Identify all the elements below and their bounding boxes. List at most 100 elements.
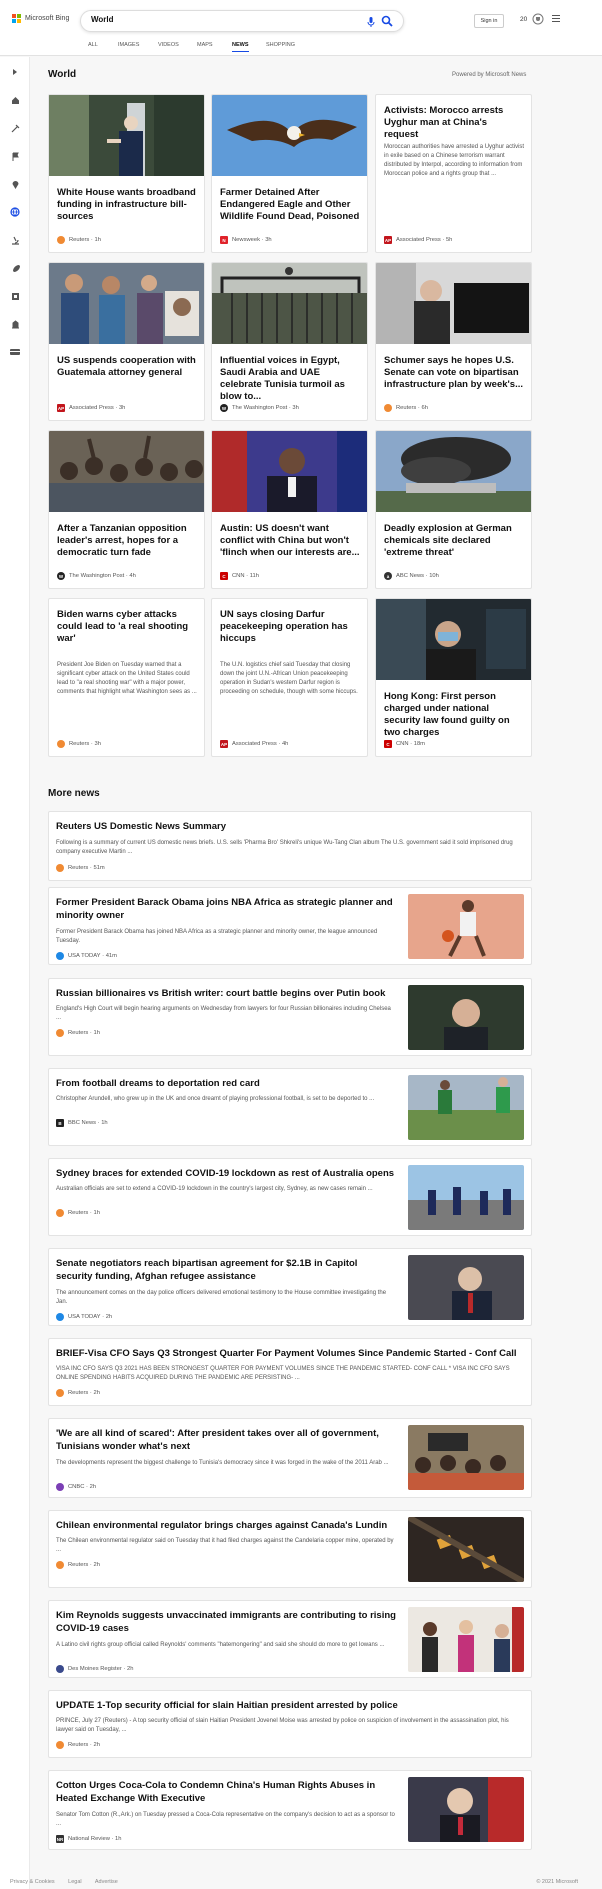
news-card[interactable]: White House wants broadband funding in i…	[48, 94, 205, 253]
source-icon: AP	[57, 404, 65, 412]
rewards-trophy-icon[interactable]	[532, 13, 544, 25]
search-box[interactable]	[80, 10, 404, 32]
news-card[interactable]: Schumer says he hopes U.S. Senate can vo…	[375, 262, 532, 421]
globe-icon[interactable]	[10, 207, 20, 217]
news-card[interactable]: After a Tanzanian opposition leader's ar…	[48, 430, 205, 589]
news-row[interactable]: Sydney braces for extended COVID-19 lock…	[48, 1158, 532, 1236]
microphone-icon[interactable]	[367, 16, 375, 28]
card-icon[interactable]	[10, 347, 20, 357]
search-input[interactable]	[91, 15, 341, 24]
timestamp: 41m	[105, 953, 117, 959]
tab-all[interactable]: ALL	[88, 42, 98, 48]
row-snippet: A Latino civil rights group official cal…	[56, 1642, 385, 1648]
timestamp: 1h	[101, 1120, 108, 1126]
source-icon: W	[57, 572, 65, 580]
search-icon[interactable]	[381, 15, 393, 27]
source-icon: NR	[56, 1835, 64, 1843]
tab-videos[interactable]: VIDEOS	[158, 42, 179, 48]
flag-icon[interactable]	[10, 151, 20, 161]
location-pin-icon[interactable]	[10, 179, 20, 189]
row-snippet: Former President Barack Obama has joined…	[56, 929, 378, 944]
row-title[interactable]: BRIEF-Visa CFO Says Q3 Strongest Quarter…	[56, 1347, 526, 1360]
row-title[interactable]: UPDATE 1-Top security official for slain…	[56, 1699, 526, 1712]
tools-icon[interactable]	[10, 123, 20, 133]
news-card[interactable]: Farmer Detained After Endangered Eagle a…	[211, 94, 368, 253]
news-row[interactable]: Senate negotiators reach bipartisan agre…	[48, 1248, 532, 1326]
news-card[interactable]: Austin: US doesn't want conflict with Ch…	[211, 430, 368, 589]
card-title[interactable]: Hong Kong: First person charged under na…	[384, 691, 524, 739]
news-card[interactable]: Activists: Morocco arrests Uyghur man at…	[375, 94, 532, 253]
news-row[interactable]: From football dreams to deportation red …	[48, 1068, 532, 1146]
card-footer: AP Associated Press · 4h	[220, 740, 289, 748]
news-card[interactable]: Hong Kong: First person charged under na…	[375, 598, 532, 757]
tab-shopping[interactable]: SHOPPING	[266, 42, 295, 48]
card-title[interactable]: Biden warns cyber attacks could lead to …	[57, 609, 197, 645]
row-title[interactable]: Cotton Urges Coca-Cola to Condemn China'…	[56, 1779, 396, 1805]
row-footer: USA TODAY · 41m	[56, 952, 117, 960]
header-bar: Microsoft Bing Sign in 20	[0, 0, 602, 40]
row-title[interactable]: Chilean environmental regulator brings c…	[56, 1519, 396, 1532]
footer-legal-link[interactable]: Legal	[68, 1879, 81, 1885]
tab-news[interactable]: NEWS	[232, 42, 249, 52]
row-title[interactable]: Kim Reynolds suggests unvaccinated immig…	[56, 1609, 396, 1635]
card-title[interactable]: Austin: US doesn't want conflict with Ch…	[220, 523, 360, 559]
news-row[interactable]: Reuters US Domestic News Summary Followi…	[48, 811, 532, 881]
source-name: Reuters	[68, 865, 89, 871]
news-card[interactable]: UN says closing Darfur peacekeeping oper…	[211, 598, 368, 757]
bing-logo[interactable]: Microsoft Bing	[12, 14, 69, 23]
row-title[interactable]: 'We are all kind of scared': After presi…	[56, 1427, 396, 1453]
source-name: Reuters	[68, 1030, 89, 1036]
news-row[interactable]: BRIEF-Visa CFO Says Q3 Strongest Quarter…	[48, 1338, 532, 1406]
card-title[interactable]: Farmer Detained After Endangered Eagle a…	[220, 187, 360, 223]
news-card[interactable]: US suspends cooperation with Guatemala a…	[48, 262, 205, 421]
footer-privacy-link[interactable]: Privacy & Cookies	[10, 1879, 55, 1885]
film-icon[interactable]	[10, 291, 20, 301]
card-title[interactable]: Influential voices in Egypt, Saudi Arabi…	[220, 355, 360, 403]
card-footer: W The Washington Post · 4h	[57, 572, 136, 580]
row-title[interactable]: Sydney braces for extended COVID-19 lock…	[56, 1167, 396, 1180]
card-title[interactable]: White House wants broadband funding in i…	[57, 187, 197, 223]
news-row[interactable]: Cotton Urges Coca-Cola to Condemn China'…	[48, 1770, 532, 1850]
tab-maps[interactable]: MAPS	[197, 42, 213, 48]
card-footer: W The Washington Post · 3h	[220, 404, 299, 412]
home-icon[interactable]	[10, 95, 20, 105]
news-row[interactable]: Former President Barack Obama joins NBA …	[48, 887, 532, 965]
source-name: CNN	[396, 741, 409, 747]
card-title[interactable]: Deadly explosion at German chemicals sit…	[384, 523, 524, 559]
news-row[interactable]: Chilean environmental regulator brings c…	[48, 1510, 532, 1588]
row-snippet: Senator Tom Cotton (R.,Ark.) on Tuesday …	[56, 1812, 395, 1827]
card-title[interactable]: After a Tanzanian opposition leader's ar…	[57, 523, 197, 559]
row-title[interactable]: Russian billionaires vs British writer: …	[56, 987, 396, 1000]
row-footer: NR National Review · 1h	[56, 1835, 122, 1843]
news-card[interactable]: Deadly explosion at German chemicals sit…	[375, 430, 532, 589]
row-footer: Reuters · 2h	[56, 1741, 100, 1749]
sign-in-button[interactable]: Sign in	[474, 14, 504, 28]
news-row[interactable]: 'We are all kind of scared': After presi…	[48, 1418, 532, 1498]
card-title[interactable]: Schumer says he hopes U.S. Senate can vo…	[384, 355, 524, 391]
news-card[interactable]: Biden warns cyber attacks could lead to …	[48, 598, 205, 757]
row-title[interactable]: Reuters US Domestic News Summary	[56, 820, 526, 833]
news-row[interactable]: Russian billionaires vs British writer: …	[48, 978, 532, 1056]
rewards-points[interactable]: 20	[520, 16, 527, 23]
rocket-icon[interactable]	[10, 263, 20, 273]
timestamp: 3h	[292, 405, 299, 411]
news-row[interactable]: Kim Reynolds suggests unvaccinated immig…	[48, 1600, 532, 1678]
card-title[interactable]: US suspends cooperation with Guatemala a…	[57, 355, 197, 379]
news-row[interactable]: UPDATE 1-Top security official for slain…	[48, 1690, 532, 1758]
microscope-icon[interactable]	[10, 235, 20, 245]
row-title[interactable]: From football dreams to deportation red …	[56, 1077, 396, 1090]
timestamp: 1h	[93, 1030, 100, 1036]
timestamp: 10h	[429, 573, 439, 579]
row-title[interactable]: Former President Barack Obama joins NBA …	[56, 896, 396, 922]
news-card[interactable]: Influential voices in Egypt, Saudi Arabi…	[211, 262, 368, 421]
card-title[interactable]: UN says closing Darfur peacekeeping oper…	[220, 609, 360, 645]
source-icon: B	[56, 1119, 64, 1127]
expand-icon[interactable]	[10, 67, 20, 77]
tab-images[interactable]: IMAGES	[118, 42, 139, 48]
building-icon[interactable]	[10, 319, 20, 329]
footer-advertise-link[interactable]: Advertise	[95, 1879, 118, 1885]
row-thumbnail	[408, 1607, 524, 1672]
row-title[interactable]: Senate negotiators reach bipartisan agre…	[56, 1257, 396, 1283]
card-title[interactable]: Activists: Morocco arrests Uyghur man at…	[384, 105, 524, 141]
hamburger-menu-icon[interactable]	[552, 15, 560, 24]
